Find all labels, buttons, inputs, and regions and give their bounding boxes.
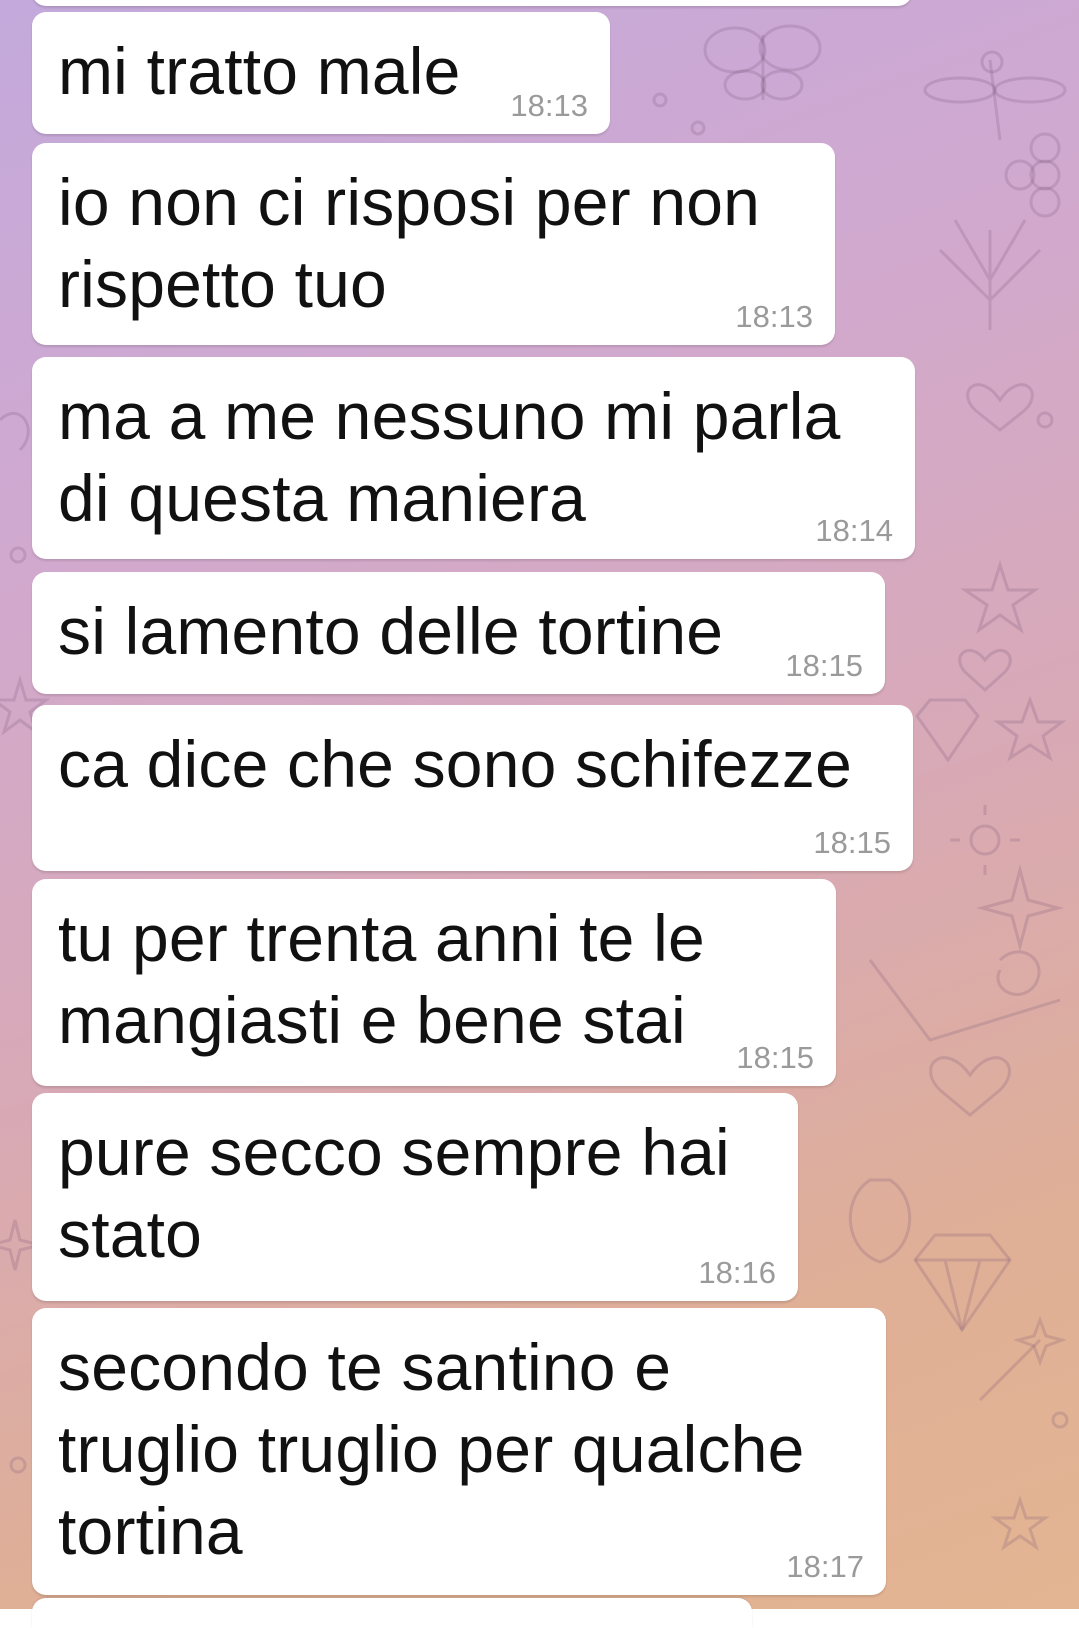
message-text: si lamento delle tortine — [58, 594, 724, 668]
message-text: ma a me nessuno mi parla di questa manie… — [58, 379, 841, 535]
message-time: 18:13 — [735, 299, 813, 334]
next-message-bubble-edge — [32, 1598, 752, 1628]
message-bubble[interactable]: secondo te santino e truglio truglio per… — [32, 1308, 886, 1595]
message-bubble[interactable]: si lamento delle tortine 18:15 — [32, 572, 885, 694]
message-bubble[interactable]: tu per trenta anni te le mangiasti e ben… — [32, 879, 836, 1086]
message-text: secondo te santino e truglio truglio per… — [58, 1330, 805, 1568]
heart-icon — [929, 383, 1034, 1117]
message-bubble[interactable]: mi tratto male 18:13 — [32, 12, 610, 134]
message-time: 18:15 — [736, 1040, 814, 1075]
previous-message-bubble-edge — [32, 0, 912, 6]
message-time: 18:13 — [510, 88, 588, 123]
dragonfly-icon — [923, 50, 1067, 141]
butterfly-icon — [703, 24, 822, 101]
wand-icon — [978, 1315, 1068, 1402]
diamond-icon — [913, 698, 1012, 1333]
flower-icon — [1004, 132, 1061, 218]
message-text: tu per trenta anni te le mangiasti e ben… — [58, 901, 705, 1057]
shell-icon — [848, 1178, 912, 1264]
message-bubble[interactable]: pure secco sempre hai stato 18:16 — [32, 1093, 798, 1301]
message-text: mi tratto male — [58, 34, 461, 108]
message-time: 18:14 — [815, 513, 893, 548]
message-text: pure secco sempre hai stato — [58, 1115, 730, 1271]
message-bubble[interactable]: ma a me nessuno mi parla di questa manie… — [32, 357, 915, 559]
message-text: ca dice che sono schifezze — [58, 727, 852, 801]
message-time: 18:17 — [786, 1549, 864, 1584]
leaf-icon — [938, 219, 1042, 330]
message-time: 18:15 — [785, 648, 863, 683]
sun-icon — [950, 805, 1020, 875]
message-text: io non ci risposi per non rispetto tuo — [58, 165, 761, 321]
message-bubble[interactable]: ca dice che sono schifezze 18:15 — [32, 705, 913, 871]
message-bubble[interactable]: io non ci risposi per non rispetto tuo 1… — [32, 143, 835, 345]
message-time: 18:16 — [698, 1255, 776, 1290]
message-time: 18:15 — [813, 825, 891, 860]
